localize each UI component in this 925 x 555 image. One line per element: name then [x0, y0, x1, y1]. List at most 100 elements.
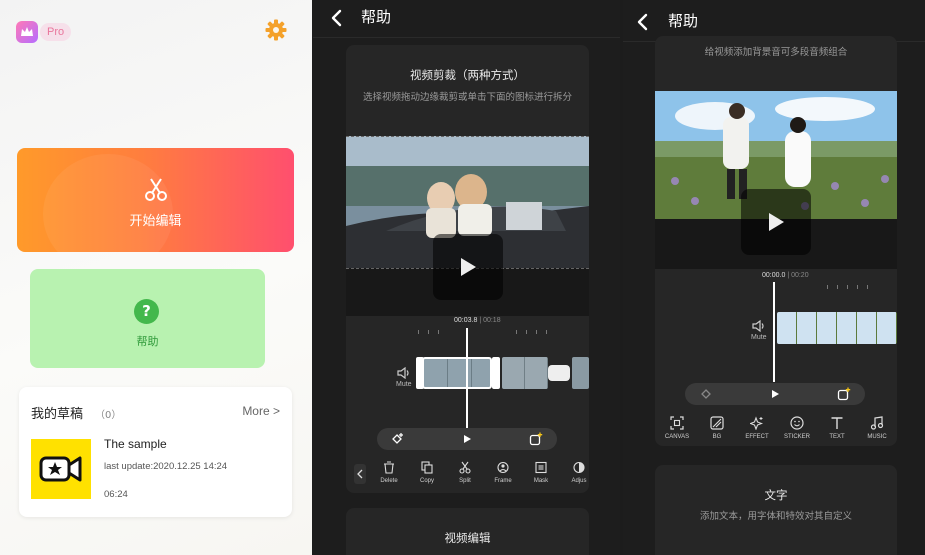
next-card-title: 视频编辑 [444, 531, 491, 545]
tool-music[interactable]: MUSIC [857, 416, 897, 440]
card-description: 给视频添加背景音可多段音频组合 [704, 47, 848, 58]
tool-sticker-label: STICKER [783, 434, 810, 440]
tool-mask[interactable]: Mask [522, 461, 560, 484]
video-preview [346, 136, 589, 316]
tool-frame-label: Frame [494, 478, 512, 484]
tool-delete-label: Delete [380, 478, 398, 484]
adjust-icon [573, 461, 585, 474]
current-time: 00:00.0 [762, 272, 786, 279]
play-icon [769, 213, 784, 231]
play-icon [461, 258, 476, 276]
clip-2[interactable] [502, 357, 548, 389]
add-clip-icon[interactable] [837, 387, 851, 401]
time-display: 00:03.8 | 00:18 [454, 317, 501, 324]
header-title: 帮助 [361, 8, 392, 26]
tool-music-label: MUSIC [867, 434, 887, 440]
tool-adjust-label: Adjus [571, 478, 587, 484]
play-icon[interactable] [460, 432, 474, 446]
smiley-icon [790, 416, 804, 430]
mute-toggle[interactable]: Mute [396, 366, 412, 388]
crop-guide-top [346, 136, 589, 137]
trim-handle-left[interactable] [416, 357, 424, 389]
text-help-card: 文字 添加文本，用字体和特效对其自定义 [655, 465, 897, 555]
card-decoration [43, 154, 173, 252]
pro-label: Pro [40, 23, 72, 41]
tool-effect[interactable]: EFFECT [737, 416, 777, 440]
timeline-ruler [418, 319, 448, 334]
header: 帮助 [313, 0, 620, 36]
draft-name[interactable]: The sample [104, 437, 167, 451]
card-title: 视频剪裁（两种方式） [410, 68, 525, 82]
play-icon[interactable] [768, 387, 782, 401]
video-camera-icon [39, 456, 82, 482]
tool-text-label: TEXT [829, 434, 845, 440]
timeline-ruler-right [516, 319, 556, 334]
crown-icon [16, 21, 38, 43]
playhead[interactable] [466, 328, 468, 428]
video-edit-help-card: 视频编辑 [346, 508, 589, 555]
header-divider [313, 37, 620, 38]
clip-track[interactable] [777, 312, 897, 344]
home-screen: Pro 开始编辑 ? 帮助 我的草稿 （0） More > The sample… [0, 0, 312, 555]
tool-copy-label: Copy [419, 478, 434, 484]
current-time: 00:03.8 [454, 317, 478, 324]
back-arrow-icon[interactable] [633, 12, 653, 32]
edit-toolbar: CANVAS BG EFFECT STICKER TEXT MUSIC [657, 416, 897, 440]
help-audio-screen: 帮助 给视频添加背景音可多段音频组合 00:00.0 | 00:20 Mute … [623, 0, 925, 555]
tool-split[interactable]: Split [446, 461, 484, 484]
play-overlay-button[interactable] [433, 234, 503, 300]
total-time: 00:20 [791, 272, 809, 279]
back-arrow-icon[interactable] [327, 8, 347, 28]
mute-label: Mute [751, 334, 767, 341]
scissors-icon [145, 178, 167, 201]
add-clip-icon[interactable] [529, 432, 543, 446]
mute-toggle[interactable]: Mute [751, 319, 767, 341]
gear-icon[interactable] [264, 18, 288, 42]
sparkle-icon [750, 416, 764, 430]
tool-mask-label: Mask [533, 478, 549, 484]
tool-sticker[interactable]: STICKER [777, 416, 817, 440]
keyframe-icon[interactable] [699, 387, 713, 401]
tools-toolbar: Delete Copy Split Frame Mask Adjus [352, 458, 589, 493]
keyframe-icon[interactable] [391, 432, 405, 446]
play-overlay-button[interactable] [741, 189, 811, 255]
drafts-card: 我的草稿 （0） More > The sample last update:2… [19, 387, 292, 517]
tool-text[interactable]: TEXT [817, 416, 857, 440]
tool-split-label: Split [459, 478, 471, 484]
tool-canvas[interactable]: CANVAS [657, 416, 697, 440]
scissors-icon [459, 461, 471, 474]
text-card-description: 添加文本，用字体和特效对其自定义 [699, 511, 852, 522]
tool-frame[interactable]: Frame [484, 461, 522, 484]
total-time: 00:18 [483, 317, 501, 324]
playhead[interactable] [773, 282, 775, 382]
mask-icon [535, 461, 547, 474]
tool-bg[interactable]: BG [697, 416, 737, 440]
drafts-title: 我的草稿 [31, 407, 84, 422]
start-edit-button[interactable]: 开始编辑 [17, 148, 294, 252]
canvas-icon [670, 416, 684, 430]
tool-delete[interactable]: Delete [370, 461, 408, 484]
clip-track[interactable] [416, 357, 589, 389]
trim-handle-right[interactable] [492, 357, 500, 389]
copy-icon [421, 461, 433, 474]
speaker-icon [397, 366, 409, 380]
clip-3[interactable] [572, 357, 589, 389]
text-icon [831, 417, 843, 429]
question-icon: ? [134, 299, 159, 324]
tool-adjust[interactable]: Adjus [560, 461, 598, 484]
transition-button[interactable] [548, 365, 570, 381]
more-link[interactable]: More > [242, 404, 280, 418]
header: 帮助 [623, 4, 925, 40]
text-card-title: 文字 [764, 488, 788, 502]
help-label: 帮助 [136, 335, 159, 348]
video-preview [655, 91, 897, 269]
collapse-arrow-icon[interactable] [354, 464, 366, 484]
timeline-ruler [827, 274, 877, 289]
draft-thumbnail[interactable] [31, 439, 91, 499]
pro-badge[interactable]: Pro [16, 20, 72, 44]
help-button[interactable]: ? 帮助 [30, 269, 265, 368]
tool-copy[interactable]: Copy [408, 461, 446, 484]
face-frame-icon [497, 461, 509, 474]
selected-clip[interactable] [422, 357, 492, 389]
help-trim-screen: 帮助 视频剪裁（两种方式） 选择视频拖动边缘裁剪或单击下面的图标进行拆分 00:… [313, 0, 620, 555]
